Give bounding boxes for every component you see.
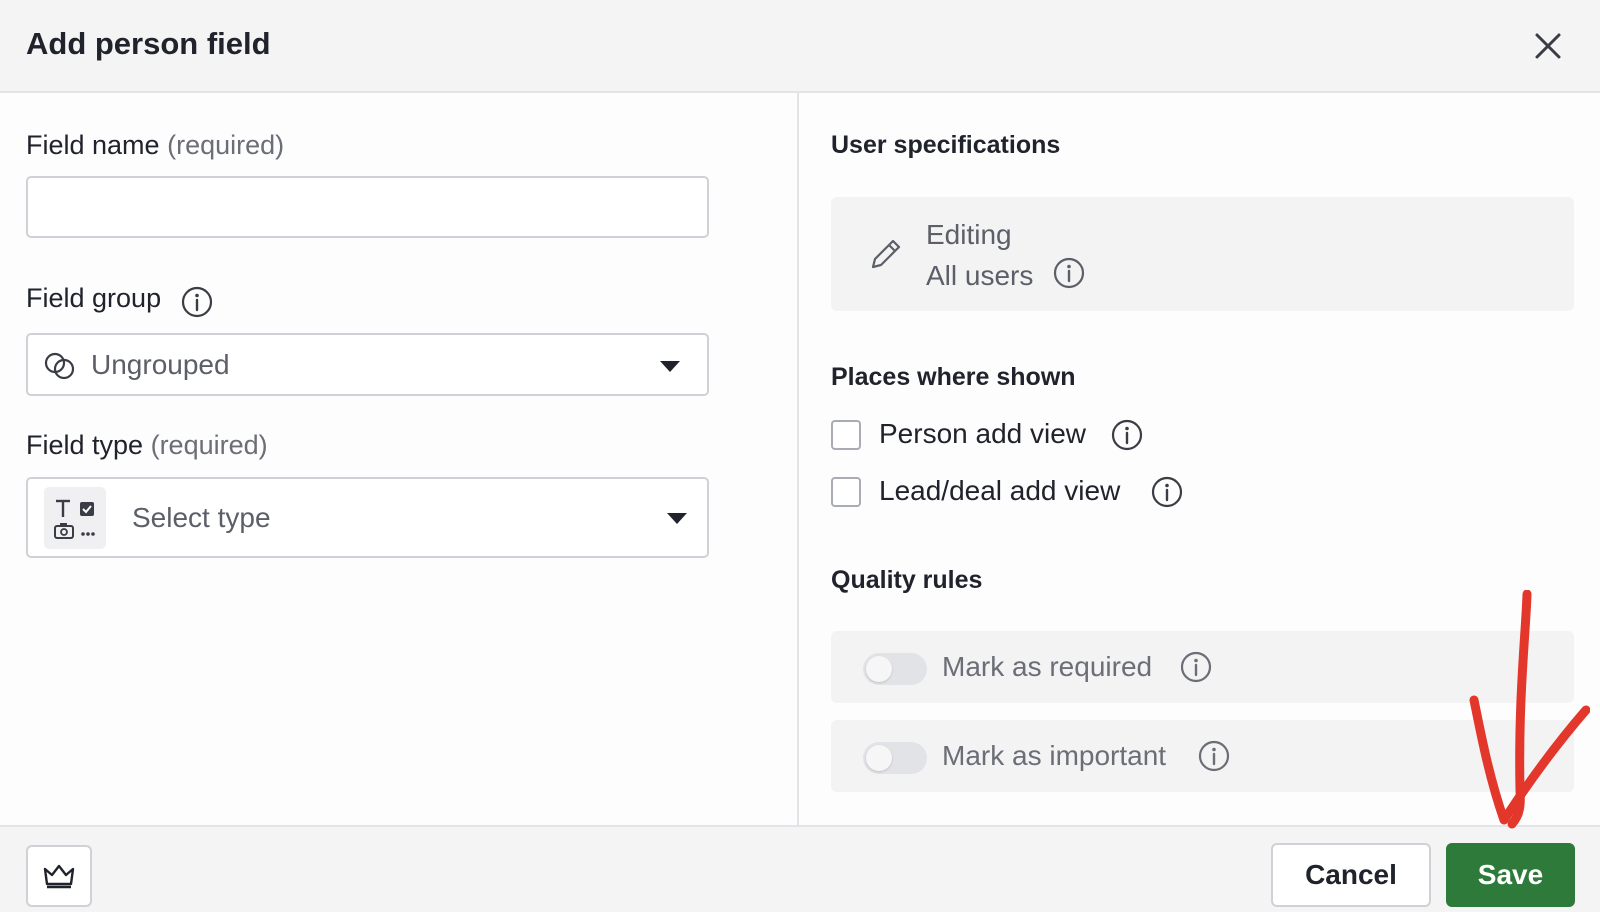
- editing-label: Editing: [926, 219, 1012, 250]
- user-specifications-card: Editing All users: [831, 197, 1574, 311]
- lead-deal-add-view-option[interactable]: Lead/deal add view: [831, 475, 1181, 509]
- modal-footer: Cancel Save: [0, 825, 1600, 912]
- user-specifications-title: User specifications: [831, 131, 1061, 159]
- field-name-required-hint: (required): [167, 130, 285, 160]
- field-type-select[interactable]: Select type: [26, 477, 709, 558]
- mark-as-important-row: Mark as important: [831, 720, 1574, 792]
- crown-icon: [43, 864, 75, 889]
- field-types-icon: [44, 487, 106, 549]
- field-group-label-text: Field group: [26, 283, 162, 313]
- info-icon[interactable]: [1197, 739, 1231, 773]
- info-icon[interactable]: [1052, 256, 1086, 290]
- toggle-knob: [866, 745, 892, 771]
- cancel-button[interactable]: Cancel: [1271, 843, 1431, 907]
- quality-rules-title: Quality rules: [831, 566, 983, 594]
- caret-down-icon: [660, 361, 680, 372]
- mark-as-important-toggle[interactable]: [863, 742, 927, 774]
- add-person-field-modal: Add person field Field name (required) F…: [0, 0, 1600, 912]
- mark-as-required-row: Mark as required: [831, 631, 1574, 703]
- info-icon[interactable]: [1150, 475, 1184, 509]
- close-icon[interactable]: [1530, 28, 1566, 64]
- field-type-label: Field type (required): [26, 430, 268, 461]
- field-group-select[interactable]: Ungrouped: [26, 333, 709, 396]
- all-users-label: All users: [926, 260, 1034, 291]
- field-name-input[interactable]: [26, 176, 709, 238]
- field-type-required-hint: (required): [150, 430, 268, 460]
- mark-as-important-label: Mark as important: [942, 740, 1167, 771]
- field-group-selected: Ungrouped: [91, 349, 230, 380]
- info-icon[interactable]: [1110, 418, 1144, 452]
- field-type-selected: Select type: [132, 502, 271, 533]
- person-add-view-checkbox[interactable]: [831, 420, 861, 450]
- crown-button[interactable]: [26, 845, 92, 907]
- info-icon[interactable]: [180, 285, 214, 319]
- pencil-icon: [865, 235, 905, 275]
- lead-deal-add-view-label: Lead/deal add view: [879, 475, 1121, 506]
- modal-header: Add person field: [0, 0, 1600, 93]
- field-type-label-text: Field type: [26, 430, 144, 460]
- places-where-shown-title: Places where shown: [831, 363, 1076, 391]
- ungrouped-circles-icon: [42, 349, 78, 383]
- toggle-knob: [866, 656, 892, 682]
- mark-as-required-label: Mark as required: [942, 651, 1153, 682]
- annotation-arrow-icon: [1469, 590, 1590, 829]
- column-divider: [797, 93, 799, 825]
- field-name-label: Field name (required): [26, 130, 284, 161]
- person-add-view-label: Person add view: [879, 418, 1087, 449]
- info-icon[interactable]: [1179, 650, 1213, 684]
- lead-deal-add-view-checkbox[interactable]: [831, 477, 861, 507]
- field-name-label-text: Field name: [26, 130, 160, 160]
- mark-as-required-toggle[interactable]: [863, 653, 927, 685]
- modal-title: Add person field: [26, 26, 271, 61]
- caret-down-icon: [667, 513, 687, 524]
- save-button[interactable]: Save: [1446, 843, 1575, 907]
- field-group-label: Field group: [26, 283, 161, 314]
